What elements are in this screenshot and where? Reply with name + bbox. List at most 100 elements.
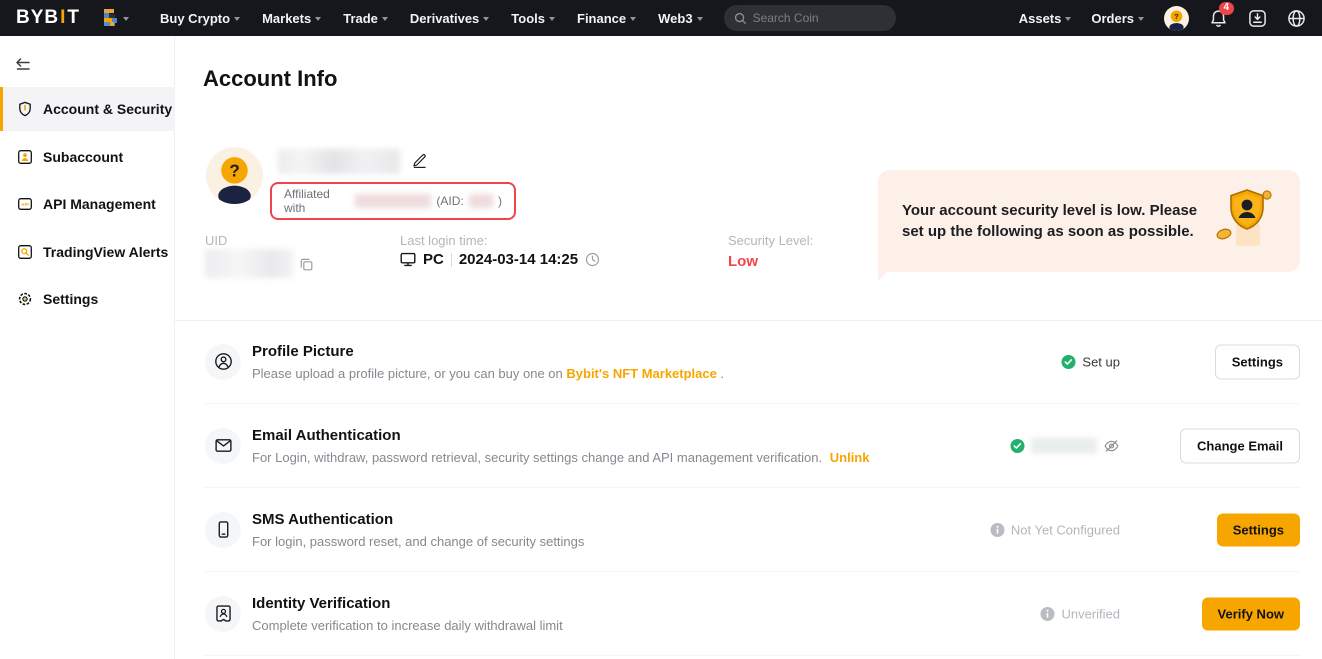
bybit-logo[interactable]: BYBIT [16,7,80,29]
anniversary-5-icon [102,8,120,28]
nav-item-markets[interactable]: Markets [251,11,332,26]
main-content: Account Info ? Affiliated with (AID: ) U… [175,36,1322,659]
divider-bar [451,253,452,267]
profile-picture-status: Set up [1061,354,1120,369]
subaccount-icon [17,149,33,165]
search-icon [734,12,747,25]
nav-item-finance[interactable]: Finance [566,11,647,26]
uid-label: UID [205,233,227,248]
coin-search[interactable] [724,5,896,31]
chevron-down-icon [315,17,321,21]
chevron-down-icon [483,17,489,21]
sidebar-items: Account & Security Subaccount API API Ma… [0,87,175,325]
sidebar-item-tradingview-alerts[interactable]: TradingView Alerts [0,230,175,274]
email-icon [214,436,233,455]
user-avatar[interactable]: ? [1164,6,1189,31]
shield-badge-illustration [1214,186,1276,257]
sidebar-item-settings[interactable]: Settings [0,277,175,321]
row-text: SMS Authentication For login, password r… [252,511,584,549]
email-icon-wrap [205,428,241,464]
row-text: Identity Verification Complete verificat… [252,595,563,633]
shield-icon [17,101,33,117]
row-email-authentication: Email Authentication For Login, withdraw… [203,404,1300,488]
profile-avatar[interactable]: ? [206,147,263,209]
affiliated-with-label: Affiliated with [284,187,350,215]
logo-text: BYB [16,7,59,29]
identity-status: Unverified [1040,606,1120,621]
nav-item-trade[interactable]: Trade [332,11,399,26]
nav-item-web3[interactable]: Web3 [647,11,713,26]
tradingview-alerts-icon [17,244,33,260]
avatar-icon: ? [206,147,263,204]
sidebar-item-label: API Management [43,196,156,212]
affiliation-highlight-box: Affiliated with (AID: ) [270,182,516,220]
collapse-sidebar-icon [14,58,32,72]
eye-slash-icon[interactable] [1103,437,1120,454]
profile-picture-settings-button[interactable]: Settings [1215,344,1300,379]
nav-item-tools[interactable]: Tools [500,11,566,26]
verify-now-button[interactable]: Verify Now [1202,597,1300,630]
aid-label-close: ) [498,194,502,208]
row-title: Identity Verification [252,595,563,612]
nav-item-orders[interactable]: Orders [1091,11,1144,26]
security-settings-list: Profile Picture Please upload a profile … [203,320,1300,656]
download-icon [1248,9,1267,28]
anniversary-5-menu[interactable] [102,8,129,28]
login-device: PC [423,251,444,268]
nav-right-group: Assets Orders ? 4 [1019,6,1306,31]
status-label: Unverified [1061,606,1120,621]
svg-text:API: API [21,202,29,207]
sms-icon-wrap [205,512,241,548]
last-login-label: Last login time: [400,233,487,248]
nav-item-buy-crypto[interactable]: Buy Crypto [149,11,251,26]
status-label: Set up [1082,354,1120,369]
gear-icon [17,291,33,307]
redacted-uid [205,249,293,278]
svg-text:?: ? [229,161,240,181]
unlink-email-link[interactable]: Unlink [830,450,870,465]
sidebar-item-subaccount[interactable]: Subaccount [0,135,175,179]
chevron-down-icon [1138,17,1144,21]
check-circle-icon [1061,354,1076,369]
api-icon: API [17,196,33,212]
security-level-label: Security Level: [728,233,813,248]
row-profile-picture: Profile Picture Please upload a profile … [203,320,1300,404]
info-circle-icon [990,522,1005,537]
security-alert-text: Your account security level is low. Plea… [902,200,1202,242]
sidebar-item-label: Settings [43,291,98,307]
sms-status: Not Yet Configured [990,522,1120,537]
top-navigation-bar: BYBIT Buy Crypto Markets Trade Derivativ… [0,0,1322,36]
sidebar-item-label: Account & Security [43,101,172,117]
smartphone-icon [214,520,233,539]
search-input[interactable] [753,11,873,25]
notifications-button[interactable]: 4 [1209,9,1228,28]
email-status [1010,437,1120,454]
sidebar-item-api-management[interactable]: API API Management [0,182,175,226]
chevron-down-icon [123,17,129,21]
sms-settings-button[interactable]: Settings [1217,513,1300,546]
download-app-button[interactable] [1248,9,1267,28]
change-email-button[interactable]: Change Email [1180,428,1300,463]
row-description: For Login, withdraw, password retrieval,… [252,450,869,465]
sidebar-item-account-security[interactable]: Account & Security [0,87,175,131]
row-description: For login, password reset, and change of… [252,534,584,549]
profile-picture-icon [214,352,233,371]
chevron-down-icon [1065,17,1071,21]
monitor-icon [400,252,416,267]
nft-marketplace-link[interactable]: Bybit's NFT Marketplace [566,366,716,381]
chevron-down-icon [697,17,703,21]
globe-icon [1287,9,1306,28]
logo-text-2: T [67,7,80,29]
copy-uid-button[interactable] [299,257,314,277]
collapse-sidebar-button[interactable] [14,58,32,77]
identity-icon-wrap [205,596,241,632]
edit-username-button[interactable] [411,151,428,174]
language-button[interactable] [1287,9,1306,28]
nav-item-assets[interactable]: Assets [1019,11,1072,26]
chevron-down-icon [234,17,240,21]
check-circle-icon [1010,438,1025,453]
redacted-aid [469,194,493,208]
nav-item-derivatives[interactable]: Derivatives [399,11,500,26]
row-text: Email Authentication For Login, withdraw… [252,427,869,465]
page-title: Account Info [203,66,337,92]
